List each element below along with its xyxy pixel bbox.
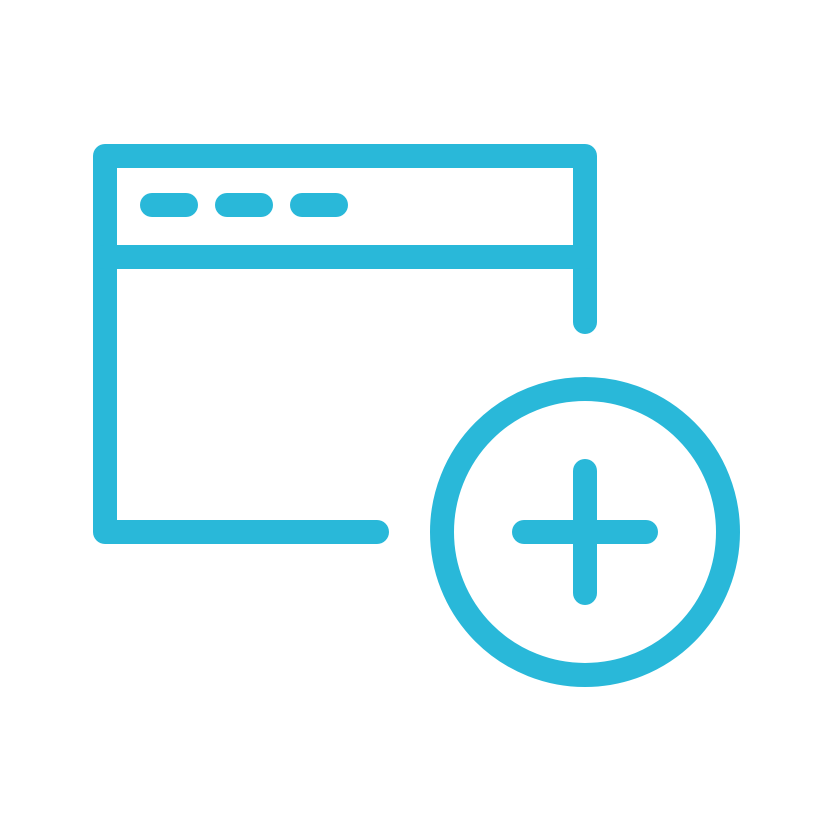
browser-window-icon <box>93 144 597 544</box>
add-circle-icon <box>430 377 740 687</box>
icon-canvas <box>0 0 834 834</box>
plus-icon <box>512 459 658 605</box>
new-window-icon <box>93 144 740 687</box>
